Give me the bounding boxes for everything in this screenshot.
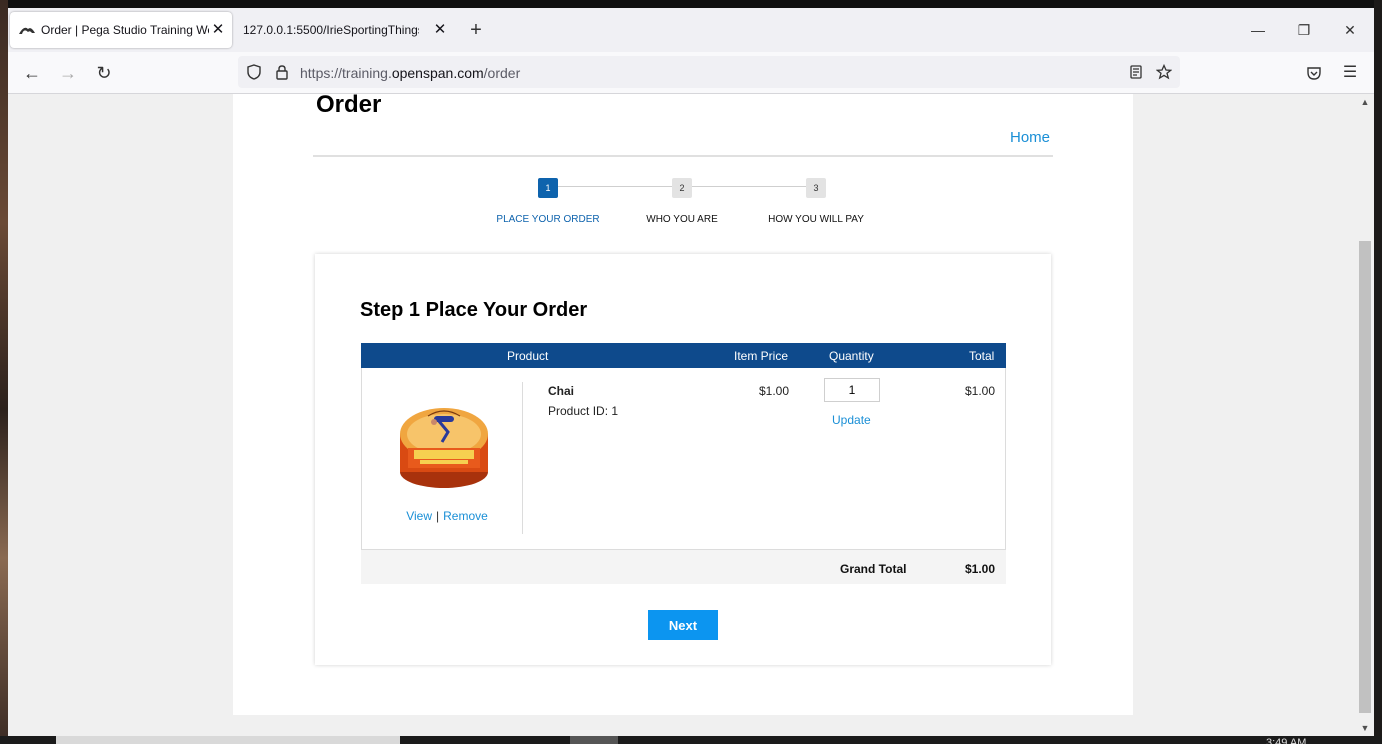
step-3-indicator: 3 [806,178,826,198]
navigation-bar: ← → ↻ https://training.openspan.com/orde… [8,52,1374,94]
order-table-header: Product Item Price Quantity Total [361,343,1006,368]
taskbar-item[interactable] [56,736,400,744]
column-product: Product [507,349,549,363]
product-divider [522,382,523,534]
back-arrow-icon[interactable]: ← [20,61,44,85]
scroll-thumb[interactable] [1359,241,1371,713]
view-link[interactable]: View [406,509,432,523]
url-text[interactable]: https://training.openspan.com/order [300,65,520,81]
reader-view-icon[interactable] [1128,64,1144,80]
chai-tin-image[interactable] [398,392,490,492]
next-button[interactable]: Next [648,610,718,640]
grand-total-label: Grand Total [840,562,907,576]
desktop-wallpaper-left [0,0,8,744]
page-container: Order Home 1 2 3 PLACE YOUR ORDER WHO YO… [233,94,1133,715]
order-heading: Step 1 Place Your Order [360,299,588,321]
step-3-label: HOW YOU WILL PAY [768,214,864,225]
update-link[interactable]: Update [832,413,871,427]
vertical-scrollbar[interactable]: ▲ ▼ [1356,94,1374,736]
tab-irie-sporting[interactable]: 127.0.0.1:5500/IrieSportingThings.htm ✕ [234,12,454,48]
bookmark-star-icon[interactable] [1156,64,1172,80]
taskbar-clock: 3:49 AM [1266,738,1307,744]
step-2-indicator: 2 [672,178,692,198]
column-item-price: Item Price [734,349,789,363]
desktop-right-edge [1374,0,1382,744]
reload-icon[interactable]: ↻ [92,61,116,85]
link-separator: | [435,509,440,523]
quantity-input[interactable] [824,378,880,402]
page-title: Order [316,94,382,118]
tab-title: 127.0.0.1:5500/IrieSportingThings.htm [243,23,419,37]
row-total: $1.00 [965,384,996,398]
stepper-connector [692,186,814,187]
remove-link[interactable]: Remove [443,509,488,523]
new-tab-icon[interactable]: + [466,20,486,40]
grand-total-row: Grand Total $1.00 [361,550,1006,584]
item-price: $1.00 [759,384,790,398]
close-tab-icon[interactable]: ✕ [210,22,226,38]
stepper-connector [558,186,680,187]
tab-strip: Order | Pega Studio Training We ✕ 127.0.… [8,8,1374,52]
restore-icon[interactable]: ❐ [1294,20,1314,40]
product-id: Product ID: 1 [548,404,619,418]
taskbar-item[interactable] [570,736,618,744]
column-quantity: Quantity [829,349,874,363]
shield-icon[interactable] [246,64,262,80]
tab-title: Order | Pega Studio Training We [41,23,209,37]
order-card: Step 1 Place Your Order Product Item Pri… [315,254,1051,665]
step-1-indicator: 1 [538,178,558,198]
close-window-icon[interactable]: ✕ [1340,20,1360,40]
browser-window: Order | Pega Studio Training We ✕ 127.0.… [8,8,1374,736]
grand-total-value: $1.00 [965,562,996,576]
tab-order[interactable]: Order | Pega Studio Training We ✕ [10,12,232,48]
minimize-icon[interactable]: — [1248,20,1268,40]
page-viewport: Order Home 1 2 3 PLACE YOUR ORDER WHO YO… [8,94,1356,736]
home-link[interactable]: Home [1010,129,1050,146]
url-bar[interactable]: https://training.openspan.com/order [238,56,1180,88]
desktop-top-edge [0,0,1382,8]
lock-icon[interactable] [274,64,290,80]
table-row: View|Remove Chai Product ID: 1 $1.00 Upd… [361,368,1006,550]
forward-arrow-icon[interactable]: → [56,61,80,85]
scroll-up-icon[interactable]: ▲ [1356,94,1374,110]
menu-icon[interactable]: ☰ [1338,61,1362,85]
product-name: Chai [548,384,575,398]
product-actions: View | Remove [362,509,532,523]
scroll-down-icon[interactable]: ▼ [1356,720,1374,736]
close-tab-icon[interactable]: ✕ [432,22,448,38]
divider [313,155,1053,157]
column-total: Total [969,349,995,363]
pocket-icon[interactable] [1306,65,1322,81]
pega-favicon-icon [19,27,35,34]
